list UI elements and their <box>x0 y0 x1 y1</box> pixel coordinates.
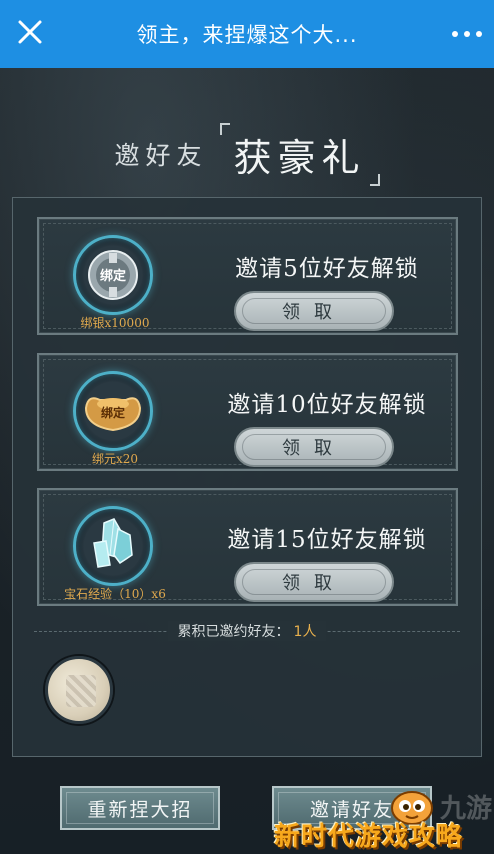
friend-avatar[interactable] <box>45 656 113 724</box>
recreate-button[interactable]: 重新捏大招 <box>60 786 220 830</box>
claim-label: 领取 <box>282 573 346 594</box>
event-heading: 邀好友 获豪礼 <box>0 118 494 190</box>
claim-button[interactable]: 领取 <box>234 427 394 467</box>
icon-bind-text: 绑定 <box>100 268 126 284</box>
claim-label: 领取 <box>282 438 346 459</box>
recreate-label: 重新捏大招 <box>87 798 193 821</box>
icon-bind-text: 绑定 <box>101 405 125 420</box>
reward-card-2: 绑定 绑元x20 邀请10位好友解锁 领取 <box>37 353 458 471</box>
site-watermark: 九游 新时代游戏攻略 <box>268 784 494 854</box>
unlock-requirement: 邀请10位好友解锁 <box>227 392 427 418</box>
reward-label: 绑元x20 <box>91 452 139 466</box>
page-title: 领主，来捏爆这个大... <box>136 23 358 47</box>
claim-button[interactable]: 领取 <box>234 562 394 602</box>
bracket-bottom-right <box>369 173 380 186</box>
reward-label: 绑银x10000 <box>80 316 150 330</box>
avatar-image <box>66 675 96 707</box>
heading-main-text: 获豪礼 <box>233 135 366 180</box>
invited-count: 1人 <box>293 624 317 640</box>
invited-label: 累积已邀约好友： <box>177 624 290 640</box>
bound-ingot-icon: 绑定 <box>73 371 153 451</box>
bound-silver-coin-icon: 绑定 <box>73 235 153 315</box>
gem-crystal-icon <box>73 506 153 586</box>
claim-label: 领取 <box>282 302 346 323</box>
title-bar: 领主，来捏爆这个大... <box>0 0 494 68</box>
reward-card-1: 绑定 绑银x10000 邀请5位好友解锁 领取 <box>37 217 458 335</box>
bracket-top-left <box>219 122 230 135</box>
more-button[interactable] <box>452 22 482 46</box>
watermark-text: 新时代游戏攻略 <box>274 822 464 852</box>
unlock-requirement: 邀请5位好友解锁 <box>235 256 419 282</box>
unlock-requirement: 邀请15位好友解锁 <box>227 527 427 553</box>
more-dots-icon <box>452 31 458 37</box>
reward-card-3: 宝石经验（10）x6 邀请15位好友解锁 领取 <box>37 488 458 606</box>
invited-count-row: 累积已邀约好友： 1人 <box>34 618 460 644</box>
claim-button[interactable]: 领取 <box>234 291 394 331</box>
heading-main: 获豪礼 <box>219 122 380 186</box>
heading-prefix: 邀好友 <box>114 141 208 170</box>
reward-label: 宝石经验（10）x6 <box>64 587 166 601</box>
